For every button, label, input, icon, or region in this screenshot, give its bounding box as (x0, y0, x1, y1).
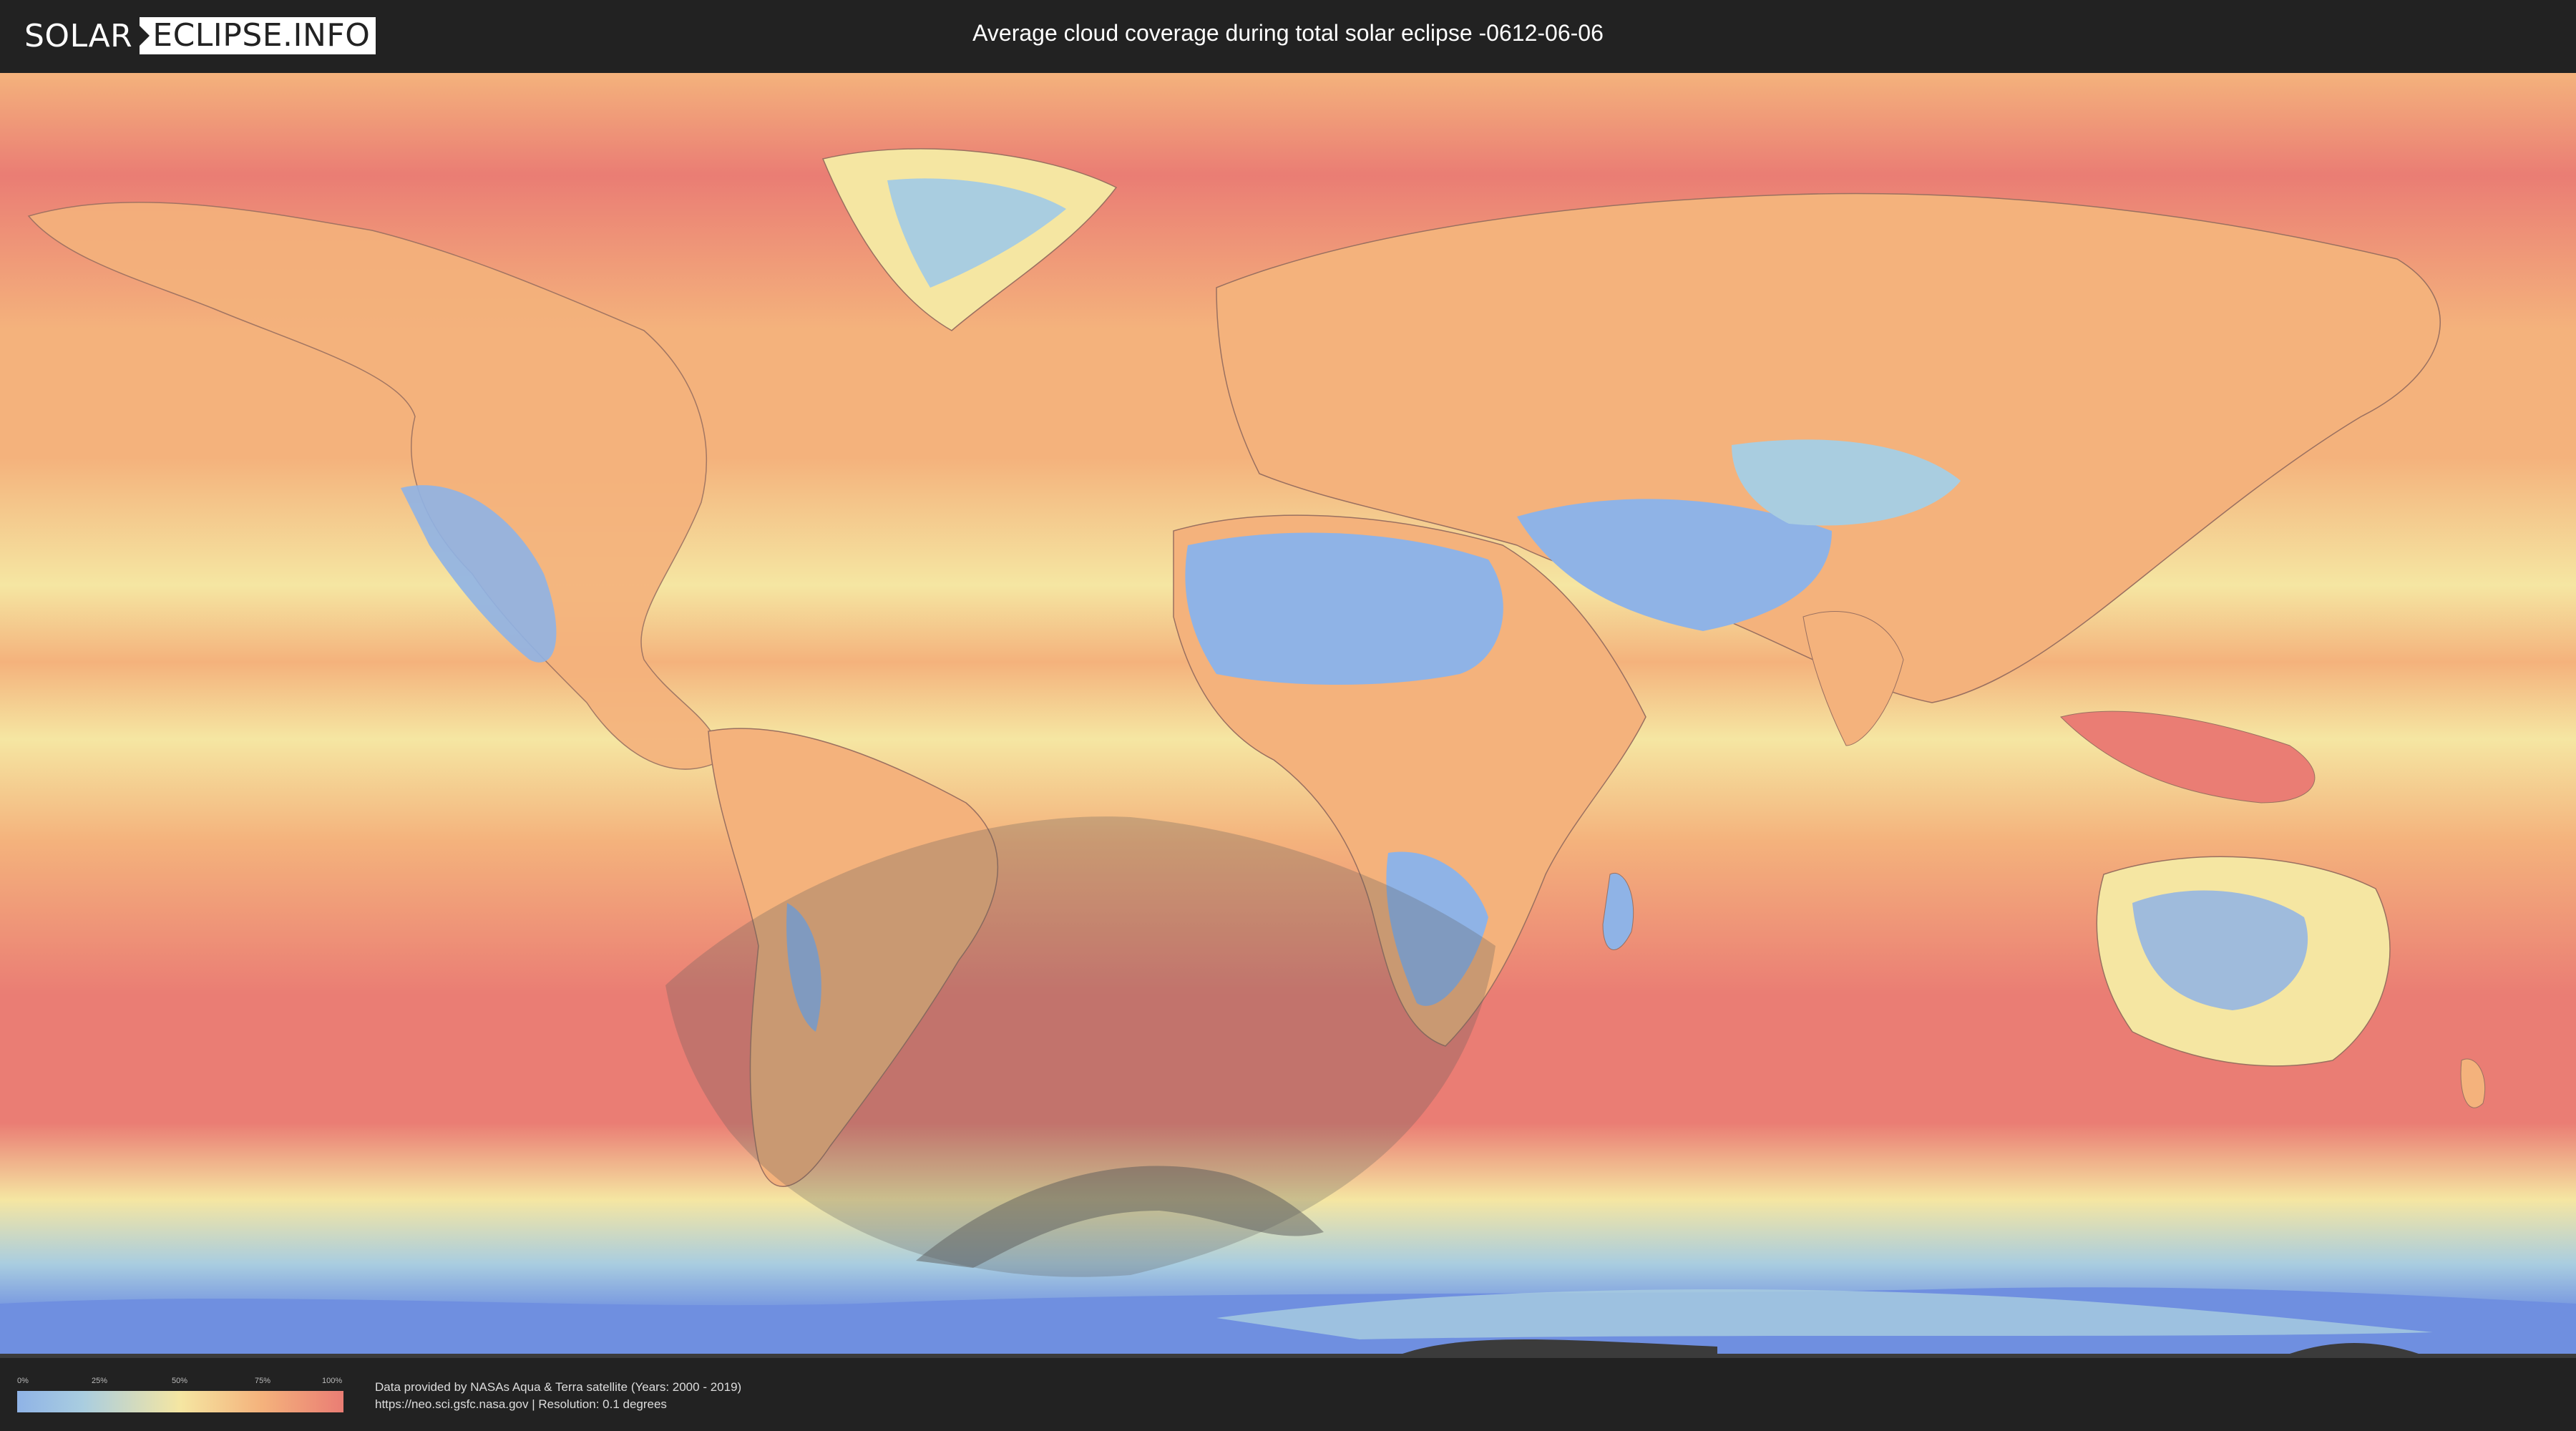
world-map-svg (0, 73, 2576, 1354)
legend-label-50: 50% (172, 1377, 188, 1385)
legend-labels: 0% 25% 50% 75% 100% (17, 1377, 343, 1387)
credits-line-2: https://neo.sci.gsfc.nasa.gov | Resoluti… (375, 1397, 667, 1411)
legend-label-75: 75% (255, 1377, 271, 1385)
page-title: Average cloud coverage during total sola… (972, 20, 1604, 46)
sahara-clear-sky (1185, 532, 1503, 685)
data-credits: Data provided by NASAs Aqua & Terra sate… (375, 1379, 741, 1413)
credits-line-1: Data provided by NASAs Aqua & Terra sate… (375, 1380, 742, 1394)
legend-label-100: 100% (322, 1377, 343, 1385)
header-bar: SOLAR ECLIPSE.INFO Average cloud coverag… (0, 0, 2576, 72)
cloud-coverage-map (0, 73, 2576, 1358)
legend-label-0: 0% (17, 1377, 29, 1385)
cloud-coverage-color-scale (17, 1391, 343, 1412)
legend-label-25: 25% (92, 1377, 108, 1385)
